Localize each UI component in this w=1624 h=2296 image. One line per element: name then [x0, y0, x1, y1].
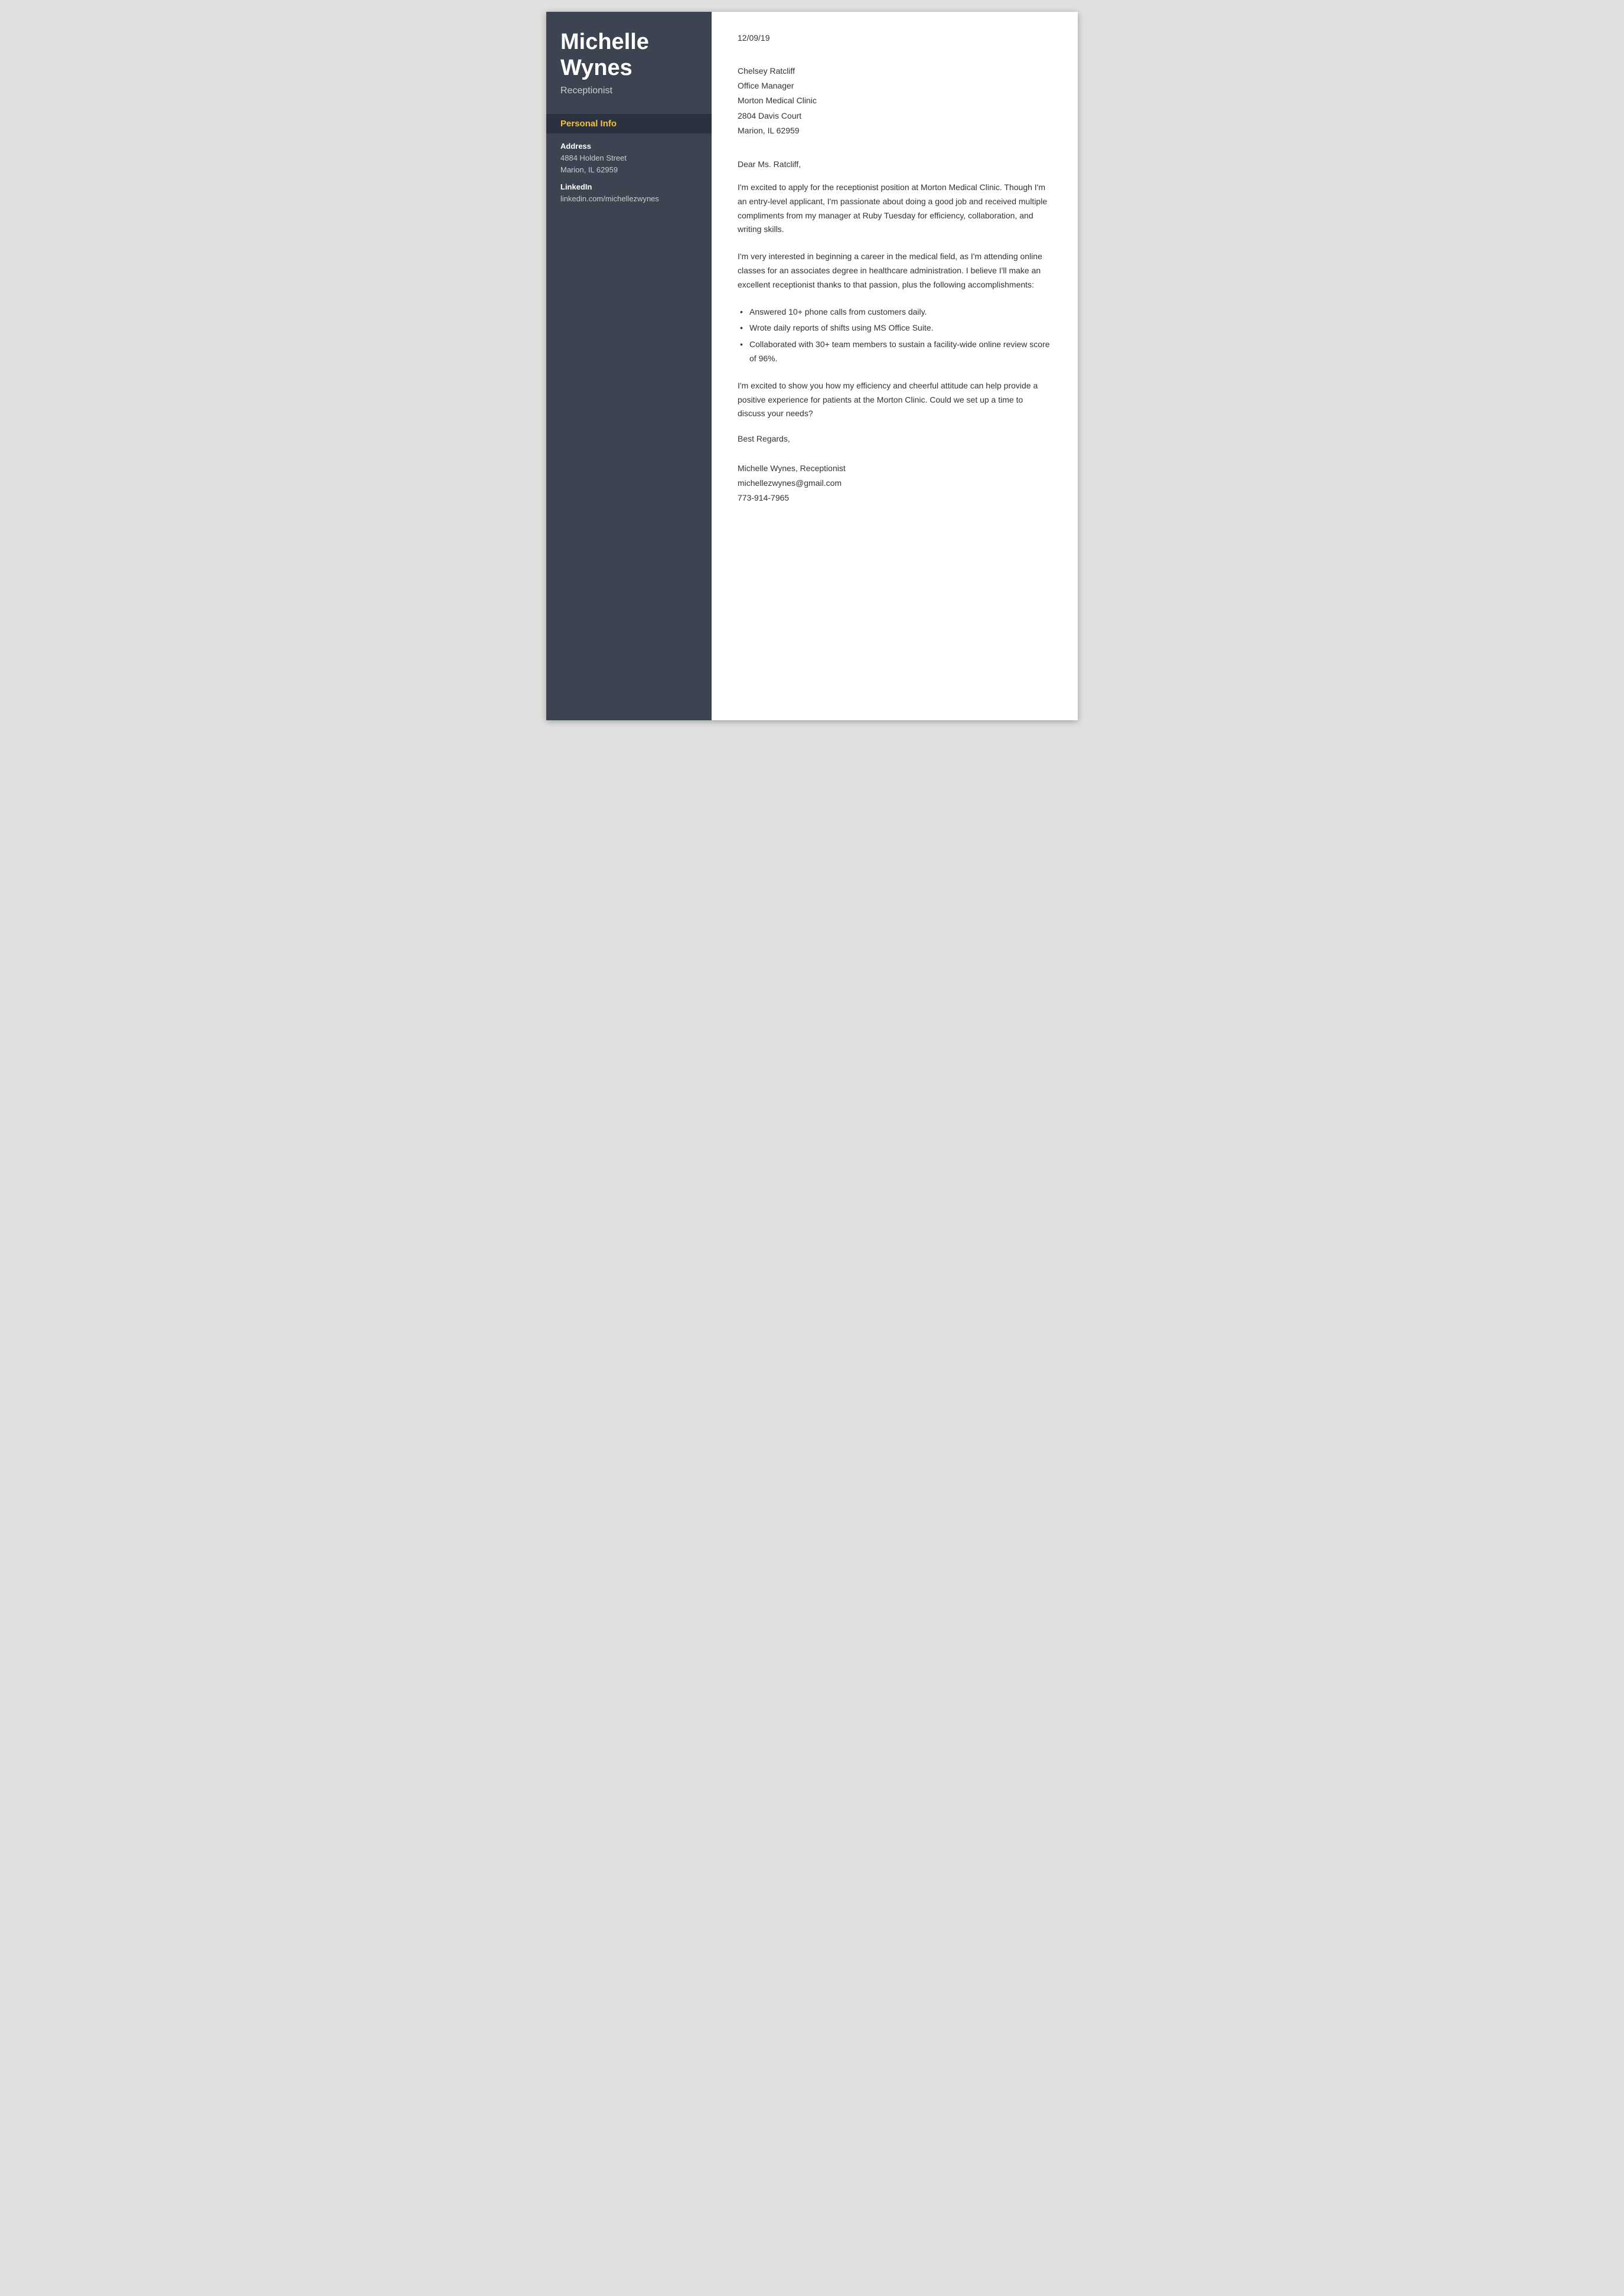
candidate-name: Michelle Wynes [560, 30, 697, 81]
salutation: Dear Ms. Ratcliff, [738, 159, 1052, 169]
signature-block: Michelle Wynes, Receptionist michellezwy… [738, 461, 1052, 506]
recipient-address1: 2804 Davis Court [738, 109, 1052, 123]
valediction: Best Regards, [738, 434, 1052, 443]
bullet-item-1: Answered 10+ phone calls from customers … [738, 305, 1052, 319]
signature-email: michellezwynes@gmail.com [738, 476, 1052, 491]
signature-name: Michelle Wynes, Receptionist [738, 461, 1052, 476]
bullet-list: Answered 10+ phone calls from customers … [738, 305, 1052, 366]
bullet-item-3: Collaborated with 30+ team members to su… [738, 338, 1052, 366]
main-content: 12/09/19 Chelsey Ratcliff Office Manager… [712, 12, 1078, 720]
address-line1: 4884 Holden Street [560, 153, 627, 162]
recipient-company: Morton Medical Clinic [738, 93, 1052, 108]
closing-paragraph: I'm excited to show you how my efficienc… [738, 379, 1052, 421]
recipient-block: Chelsey Ratcliff Office Manager Morton M… [738, 64, 1052, 138]
personal-info-heading: Personal Info [546, 114, 712, 133]
paragraph-2: I'm very interested in beginning a caree… [738, 250, 1052, 292]
paragraph-1: I'm excited to apply for the receptionis… [738, 181, 1052, 237]
sidebar: Michelle Wynes Receptionist Personal Inf… [546, 12, 712, 720]
bullet-item-2: Wrote daily reports of shifts using MS O… [738, 321, 1052, 335]
linkedin-value: linkedin.com/michellezwynes [560, 193, 697, 205]
address-label: Address [560, 142, 697, 151]
signature-phone: 773-914-7965 [738, 491, 1052, 505]
address-line2: Marion, IL 62959 [560, 165, 618, 174]
address-value: 4884 Holden Street Marion, IL 62959 [560, 152, 697, 175]
linkedin-label: LinkedIn [560, 182, 697, 191]
letter-date: 12/09/19 [738, 33, 1052, 43]
document: Michelle Wynes Receptionist Personal Inf… [546, 12, 1078, 720]
recipient-title: Office Manager [738, 79, 1052, 93]
recipient-name: Chelsey Ratcliff [738, 64, 1052, 79]
recipient-address2: Marion, IL 62959 [738, 123, 1052, 138]
candidate-title: Receptionist [560, 86, 697, 96]
